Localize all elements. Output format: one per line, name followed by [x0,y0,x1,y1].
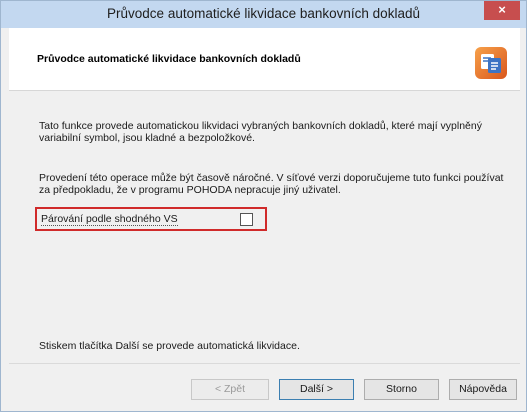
wizard-content: Tato funkce provede automatickou likvida… [9,91,520,363]
vs-matching-label[interactable]: Párování podle shodného VS [41,214,178,226]
close-button[interactable]: × [484,1,520,20]
option-highlight: Párování podle shodného VS [35,207,267,231]
intro-text: Tato funkce provede automatickou likvida… [39,120,482,144]
wizard-header: Průvodce automatické likvidace bankovníc… [9,28,520,91]
wizard-window: Průvodce automatické likvidace bankovníc… [0,0,527,412]
help-button[interactable]: Nápověda [449,379,517,400]
close-icon: × [498,2,506,17]
back-button[interactable]: < Zpět [191,379,269,400]
instruction-text: Stiskem tlačítka Další se provede automa… [39,340,300,352]
pohoda-logo-icon [475,47,507,79]
vs-matching-checkbox[interactable] [240,213,253,226]
warning-text: Provedení této operace může být časově n… [39,172,504,196]
button-bar: < Zpět Další > Storno Nápověda [9,363,520,406]
window-title: Průvodce automatické likvidace bankovníc… [107,6,420,21]
cancel-button[interactable]: Storno [364,379,439,400]
next-button[interactable]: Další > [279,379,354,400]
header-title: Průvodce automatické likvidace bankovníc… [37,53,301,65]
title-bar[interactable]: Průvodce automatické likvidace bankovníc… [1,1,526,28]
